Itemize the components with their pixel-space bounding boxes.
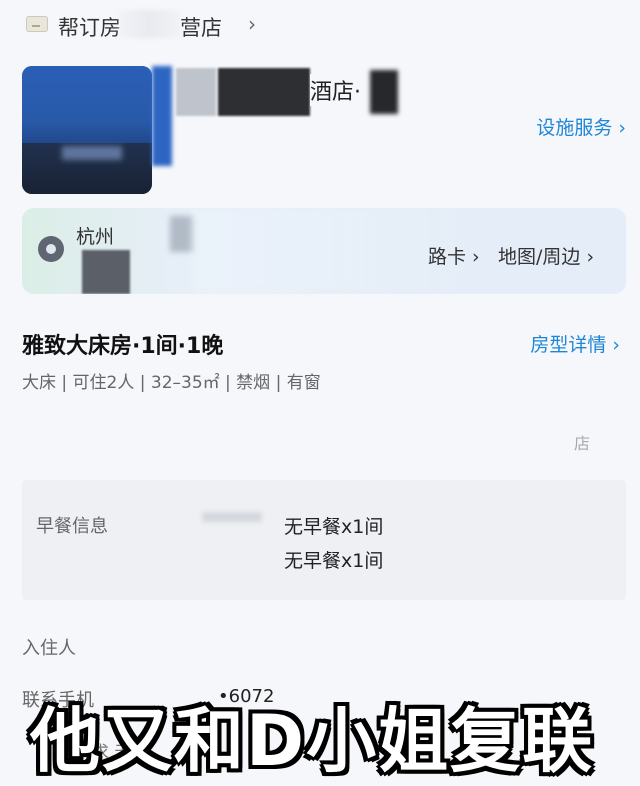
guest-label: 入住人 (22, 638, 76, 659)
chevron-right-icon: › (248, 12, 256, 36)
hotel-name-redaction (370, 70, 398, 114)
hotel-name-redaction (176, 68, 216, 116)
breakfast-value: 无早餐x1间 (284, 550, 384, 572)
room-specs: 大床 | 可住2人 | 32–35㎡ | 禁烟 | 有窗 (22, 373, 321, 393)
room-detail-link[interactable]: 房型详情 › (530, 330, 620, 357)
breakfast-redaction (202, 512, 262, 522)
hotel-name: 酒店· (310, 74, 361, 106)
facility-service-link[interactable]: 设施服务 › (536, 113, 626, 140)
store-name: 帮订房 (58, 16, 121, 40)
photo-light (62, 146, 122, 160)
map-nearby-link[interactable]: 地图/周边 › (498, 242, 594, 269)
hotel-photo[interactable] (22, 66, 152, 194)
store-name-suffix: 营店 (180, 16, 222, 40)
address-redaction (82, 250, 130, 294)
address-city: 杭州 (76, 226, 115, 248)
route-link[interactable]: 路卡 › (428, 242, 480, 269)
breakfast-value: 无早餐x1间 (284, 516, 384, 538)
breakfast-panel: 早餐信息 无早餐x1间 无早餐x1间 (22, 480, 626, 600)
faint-text: 店 (574, 434, 591, 453)
room-title: 雅致大床房·1间·1晚 (22, 334, 224, 359)
overlay-caption: 他又和D小姐复联 (30, 700, 595, 782)
store-icon (26, 16, 48, 32)
address-redaction (192, 208, 432, 294)
hotel-name-redaction (218, 68, 310, 116)
location-pin-icon (38, 236, 64, 262)
address-card[interactable]: 杭州 路卡 › 地图/周边 › (22, 208, 626, 294)
photo-blur-edge (152, 66, 172, 166)
store-header[interactable]: 帮订房 营店 › (0, 0, 640, 52)
breakfast-label: 早餐信息 (36, 516, 108, 537)
blurred-text (120, 10, 180, 38)
